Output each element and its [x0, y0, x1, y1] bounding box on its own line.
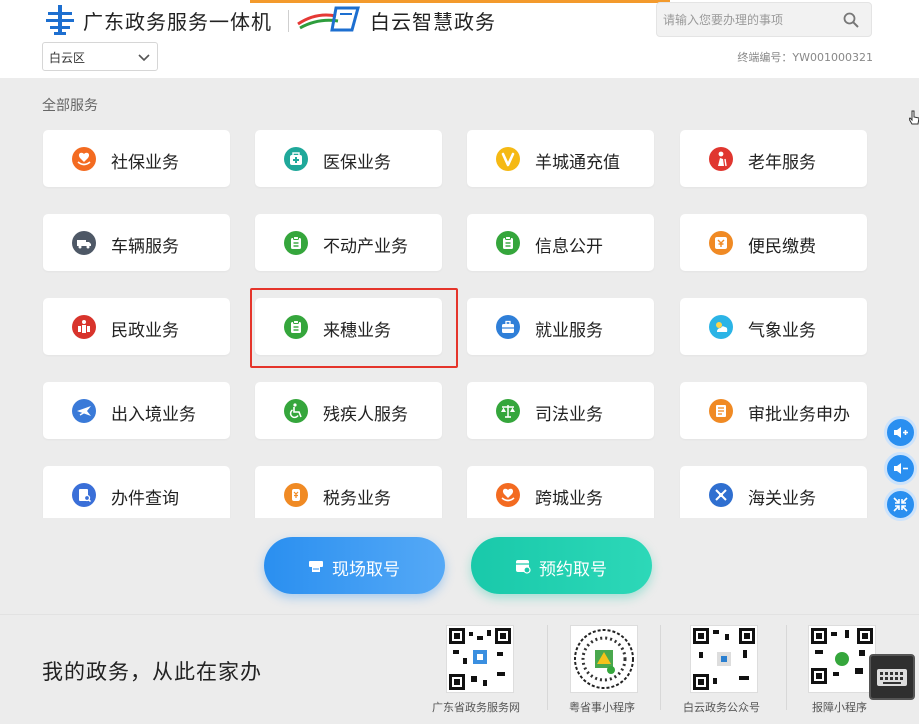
onsite-ticket-label: 现场取号 [332, 560, 400, 580]
tile-info-public[interactable]: 信息公开 [467, 214, 654, 271]
tile-judicial[interactable]: 司法业务 [467, 382, 654, 439]
tax-icon [284, 483, 308, 507]
approval-icon [709, 399, 733, 423]
qr-code-icon [811, 628, 873, 684]
tile-label: 信息公开 [535, 237, 603, 257]
tile-civil-affairs[interactable]: 民政业务 [43, 298, 230, 355]
real-estate-icon [284, 231, 308, 255]
disability-icon [284, 399, 308, 423]
payment-icon [709, 231, 733, 255]
tile-label: 羊城通充值 [535, 153, 620, 173]
case-query-icon [72, 483, 96, 507]
qr-code-report-miniapp [808, 625, 876, 693]
elderly-service-icon [709, 147, 733, 171]
keyboard-toggle-button[interactable] [869, 654, 915, 700]
tile-disability[interactable]: 残疾人服务 [255, 382, 442, 439]
tile-immigration[interactable]: 出入境业务 [43, 382, 230, 439]
tile-label: 司法业务 [535, 405, 603, 425]
tile-label: 海关业务 [748, 489, 816, 509]
keyboard-icon [877, 669, 907, 686]
mini-program-code-icon [574, 629, 634, 689]
tile-approval[interactable]: 审批业务申办 [680, 382, 867, 439]
qr-code-gd-portal [446, 625, 514, 693]
tile-social-security[interactable]: 社保业务 [43, 130, 230, 187]
volume-up-button[interactable] [884, 416, 917, 449]
tile-label: 车辆服务 [111, 237, 179, 257]
onsite-ticket-button[interactable]: 现场取号 [264, 537, 445, 594]
footer-slogan: 我的政务，从此在家办 [42, 660, 262, 684]
tile-label: 出入境业务 [111, 405, 196, 425]
qr-label: 报障小程序 [812, 701, 867, 714]
employment-icon [496, 315, 520, 339]
tile-label: 医保业务 [323, 153, 391, 173]
reserve-ticket-button[interactable]: 预约取号 [471, 537, 652, 594]
tile-label: 审批业务申办 [748, 405, 850, 425]
tile-label: 跨城业务 [535, 489, 603, 509]
judicial-icon [496, 399, 520, 423]
collapse-button[interactable] [884, 488, 917, 521]
tile-label: 来穗业务 [323, 321, 391, 341]
tile-migrant-affairs[interactable]: 来穗业务 [255, 298, 442, 355]
qr-label: 广东省政务服务网 [432, 701, 520, 714]
tile-label: 办件查询 [111, 489, 179, 509]
ticket-printer-icon [309, 561, 323, 572]
tile-customs[interactable]: 海关业务 [680, 466, 867, 518]
shrink-icon [893, 497, 908, 512]
volume-down-button[interactable] [884, 452, 917, 485]
tile-cross-city[interactable]: 跨城业务 [467, 466, 654, 518]
qr-divider [786, 625, 787, 710]
social-security-icon [72, 147, 96, 171]
tile-elderly-service[interactable]: 老年服务 [680, 130, 867, 187]
info-public-icon [496, 231, 520, 255]
volume-down-icon [894, 463, 908, 474]
customs-icon [709, 483, 733, 507]
qr-label: 粤省事小程序 [569, 701, 635, 714]
tile-vehicle[interactable]: 车辆服务 [43, 214, 230, 271]
qr-code-icon [693, 628, 755, 690]
tile-label: 气象业务 [748, 321, 816, 341]
footer: 我的政务，从此在家办 广东省政务服务网 粤省事小程序 白云政务公众号 报障小程序 [0, 614, 919, 724]
migrant-affairs-icon [284, 315, 308, 339]
immigration-icon [72, 399, 96, 423]
tile-case-query[interactable]: 办件查询 [43, 466, 230, 518]
tile-medical-insurance[interactable]: 医保业务 [255, 130, 442, 187]
tile-label: 税务业务 [323, 489, 391, 509]
tile-label: 便民缴费 [748, 237, 816, 257]
tile-label: 残疾人服务 [323, 405, 408, 425]
qr-code-baiyun-oa [690, 625, 758, 693]
qr-divider [660, 625, 661, 710]
tile-payment[interactable]: 便民缴费 [680, 214, 867, 271]
qr-code-icon [449, 628, 511, 690]
volume-up-icon [894, 427, 908, 438]
qr-label: 白云政务公众号 [683, 701, 760, 714]
hand-cursor-icon [909, 110, 919, 125]
cross-city-icon [496, 483, 520, 507]
reserve-ticket-label: 预约取号 [539, 560, 607, 580]
vehicle-icon [72, 231, 96, 255]
tile-label: 不动产业务 [323, 237, 408, 257]
qr-code-yss-miniapp [570, 625, 638, 693]
tile-label: 老年服务 [748, 153, 816, 173]
calendar-icon [516, 560, 531, 574]
tile-label: 民政业务 [111, 321, 179, 341]
service-grid: 社保业务 医保业务 羊城通充值 老年服务 车辆服务 不动产业务 信息公开 便民缴… [0, 0, 919, 518]
civil-affairs-icon [72, 315, 96, 339]
tile-yct-topup[interactable]: 羊城通充值 [467, 130, 654, 187]
medical-insurance-icon [284, 147, 308, 171]
qr-divider [547, 625, 548, 710]
tile-label: 就业服务 [535, 321, 603, 341]
tile-tax[interactable]: 税务业务 [255, 466, 442, 518]
tile-employment[interactable]: 就业服务 [467, 298, 654, 355]
tile-label: 社保业务 [111, 153, 179, 173]
tile-weather[interactable]: 气象业务 [680, 298, 867, 355]
weather-icon [709, 315, 733, 339]
yct-topup-icon [496, 147, 520, 171]
tile-real-estate[interactable]: 不动产业务 [255, 214, 442, 271]
